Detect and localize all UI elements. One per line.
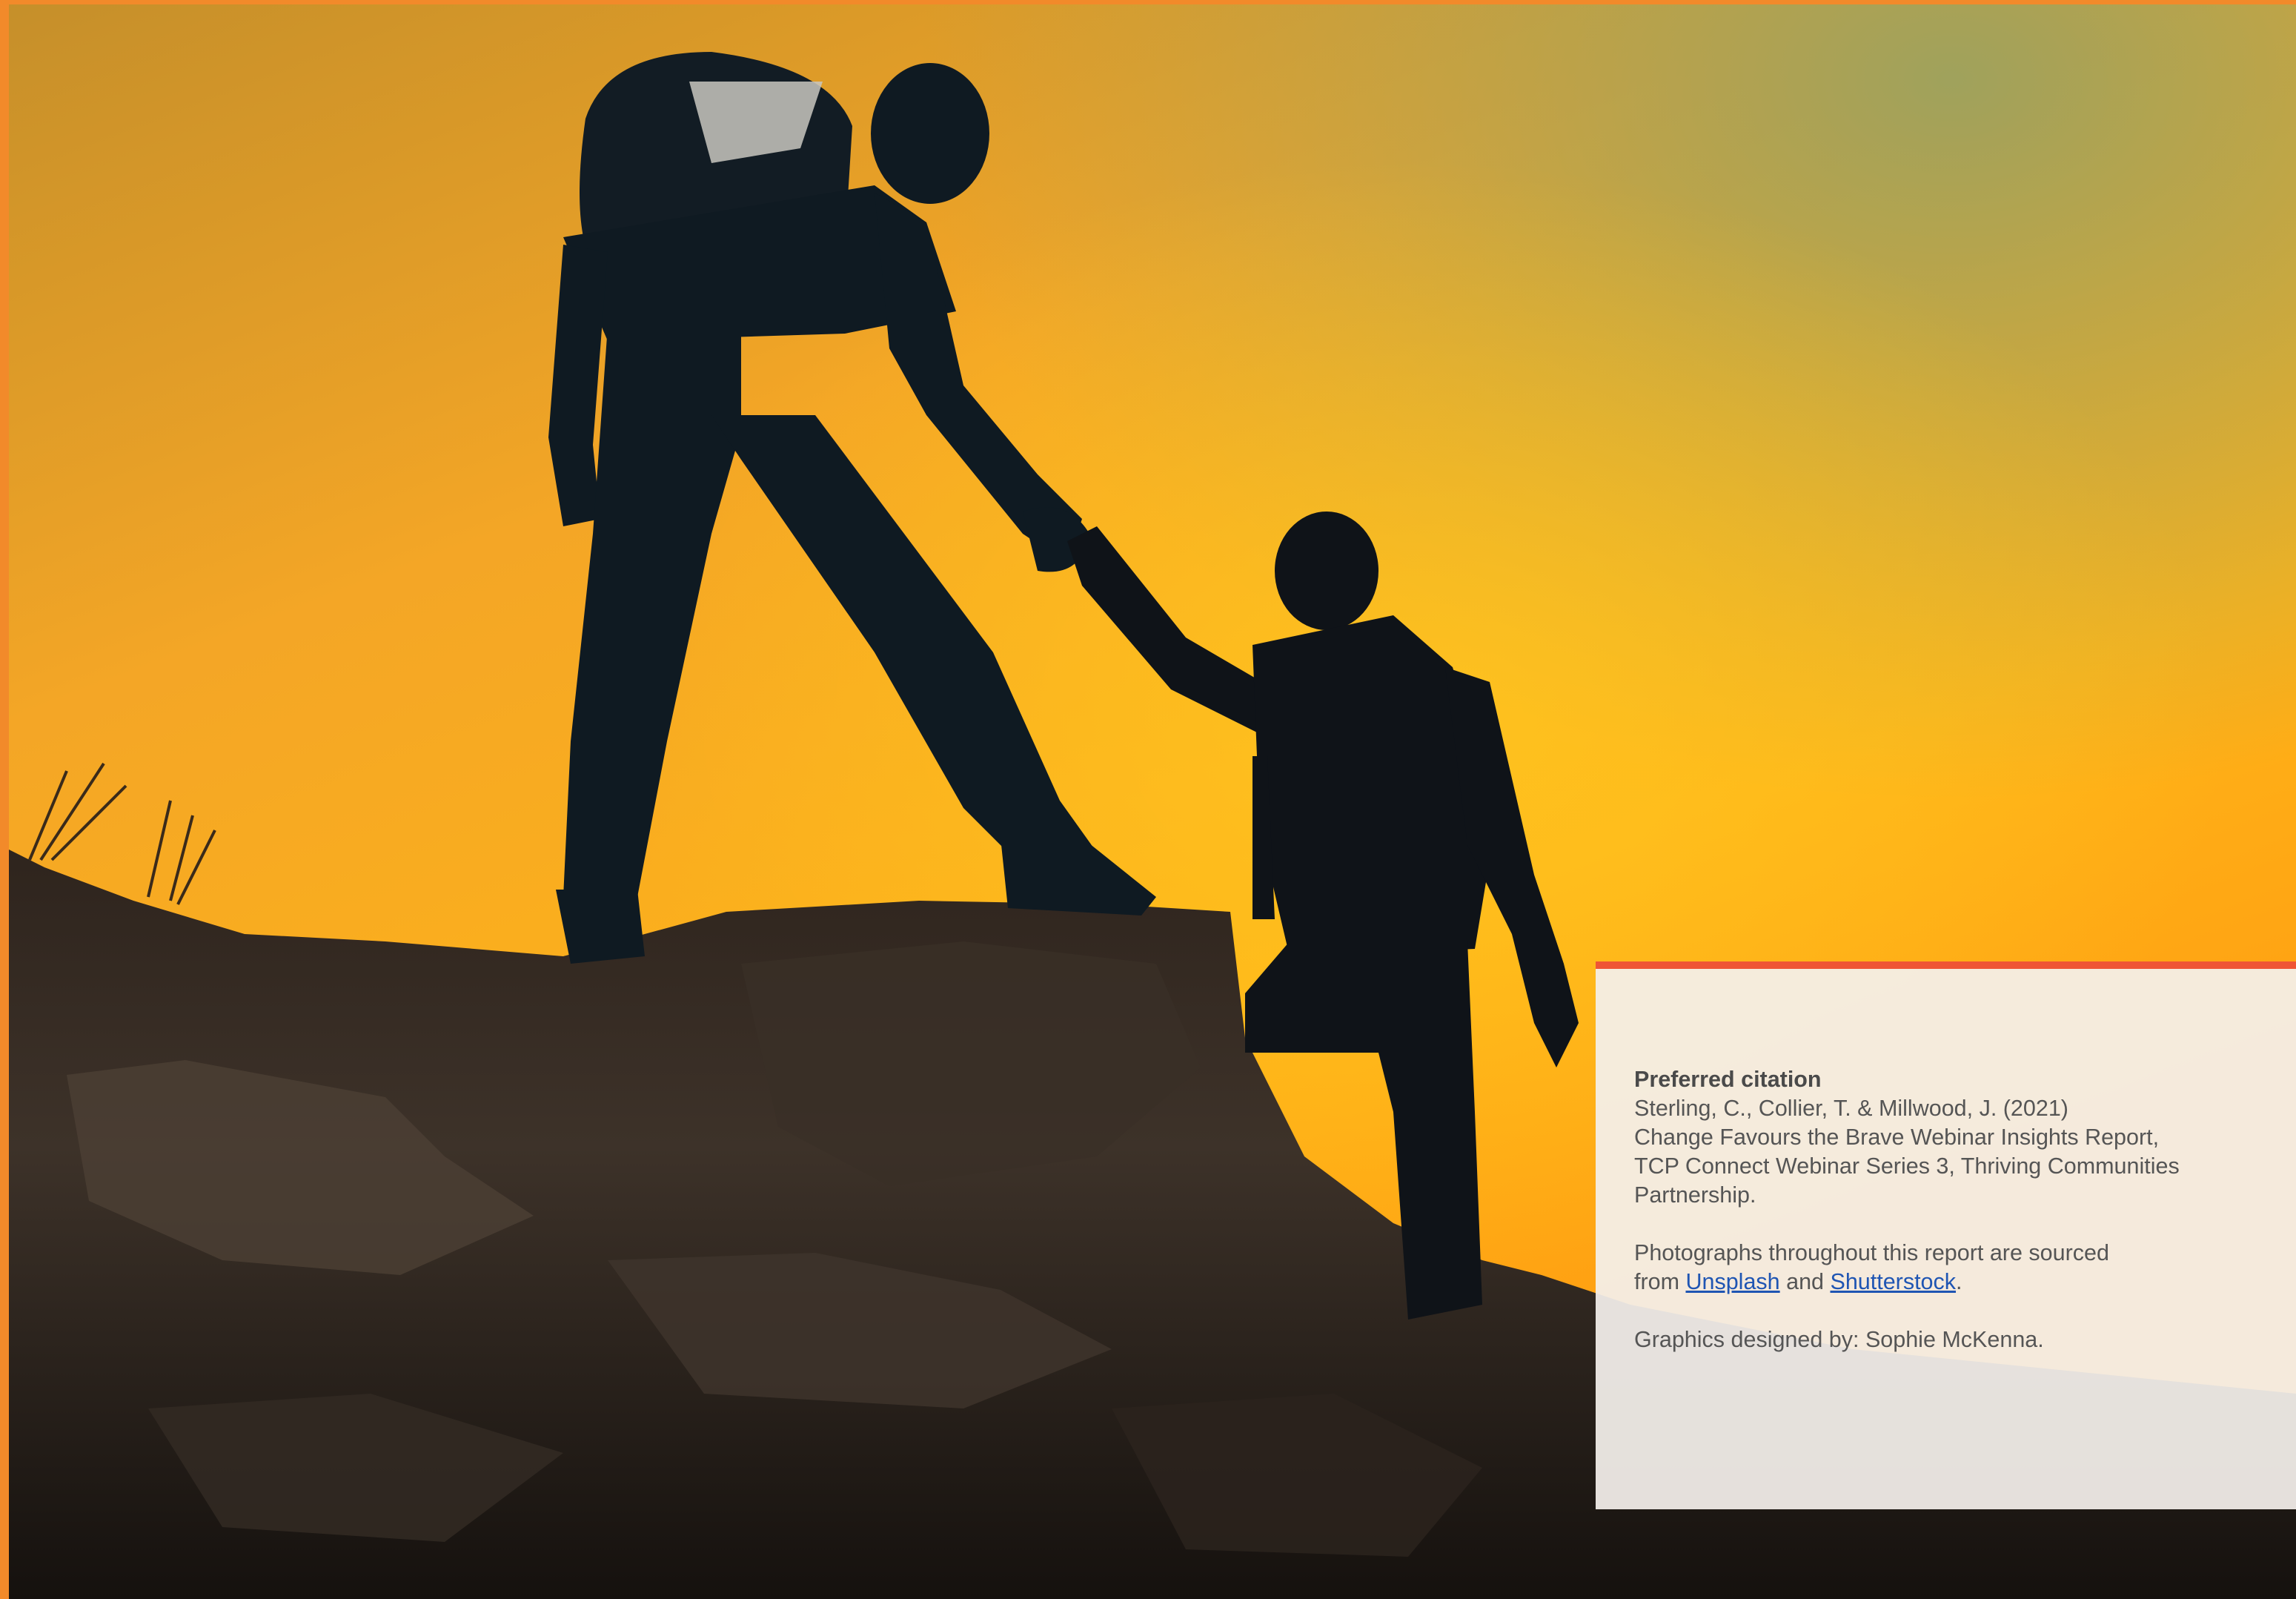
- photos-credit-line-2: from Unsplash and Shutterstock.: [1634, 1268, 2242, 1297]
- unsplash-link[interactable]: Unsplash: [1685, 1269, 1779, 1294]
- citation-panel-content: Preferred citation Sterling, C., Collier…: [1634, 1065, 2242, 1354]
- graphics-credit: Graphics designed by: Sophie McKenna.: [1634, 1327, 2044, 1352]
- citation-title-line-3: Partnership.: [1634, 1182, 1756, 1208]
- citation-authors: Sterling, C., Collier, T. & Millwood, J.…: [1634, 1096, 2068, 1121]
- photos-and-text: and: [1779, 1269, 1831, 1294]
- report-page: Preferred citation Sterling, C., Collier…: [0, 0, 2296, 1599]
- photos-credit-line-1: Photographs throughout this report are s…: [1634, 1240, 2109, 1265]
- photos-from-text: from: [1634, 1269, 1686, 1294]
- photos-period: .: [1956, 1269, 1962, 1294]
- citation-title-line-2: TCP Connect Webinar Series 3, Thriving C…: [1634, 1153, 2180, 1179]
- citation-title-line-1: Change Favours the Brave Webinar Insight…: [1634, 1125, 2160, 1150]
- citation-panel: Preferred citation Sterling, C., Collier…: [1596, 961, 2296, 1509]
- shutterstock-link[interactable]: Shutterstock: [1830, 1269, 1956, 1294]
- citation-heading: Preferred citation: [1634, 1067, 1822, 1092]
